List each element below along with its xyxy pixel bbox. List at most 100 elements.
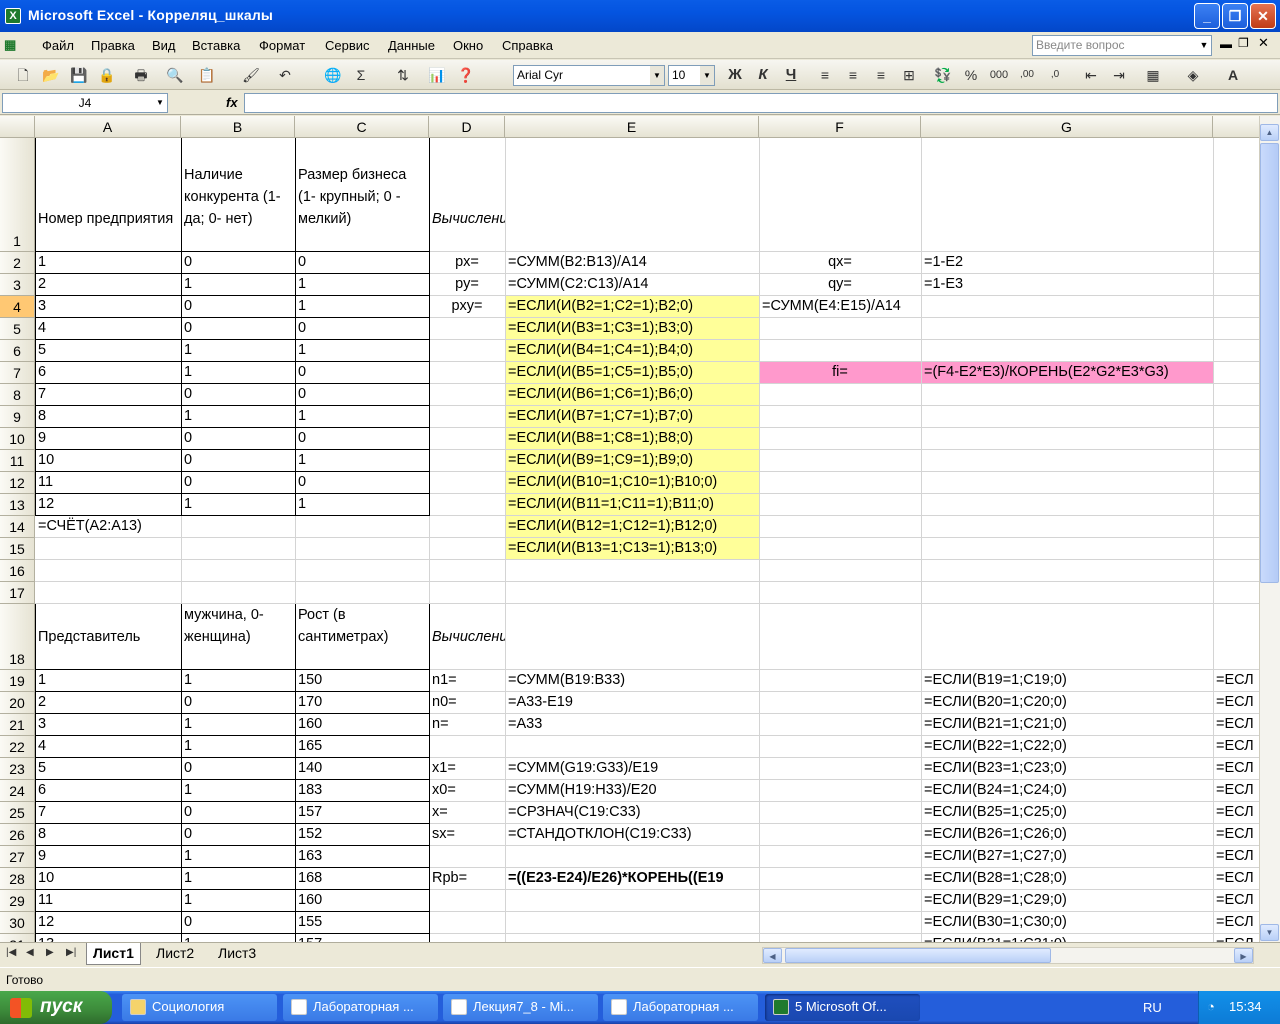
cell-e10[interactable]: =ЕСЛИ(И(B8=1;C8=1);B8;0): [505, 428, 1259, 450]
tab-sheet1[interactable]: Лист1: [86, 943, 141, 965]
cell-h19[interactable]: =ЕСЛ: [1213, 670, 1259, 692]
cell-h29[interactable]: =ЕСЛ: [1213, 890, 1259, 912]
cell-f2[interactable]: qx=: [759, 252, 921, 274]
cell-g23[interactable]: =ЕСЛИ(B23=1;C23;0): [921, 758, 1259, 780]
cell-g29[interactable]: =ЕСЛИ(B29=1;C29;0): [921, 890, 1259, 912]
comma-style-icon[interactable]: 000: [988, 64, 1010, 86]
menu-file[interactable]: Файл: [42, 38, 74, 53]
cell-g21[interactable]: =ЕСЛИ(B21=1;C21;0): [921, 714, 1259, 736]
task-lab-1[interactable]: Лабораторная ...: [283, 994, 438, 1021]
scroll-up-button[interactable]: ▲: [1260, 124, 1279, 141]
borders-icon[interactable]: ▦: [1142, 64, 1164, 86]
row-header-2[interactable]: 2: [0, 252, 35, 274]
scroll-left-button[interactable]: ◀: [763, 948, 782, 963]
cell-a18[interactable]: Представитель: [35, 604, 181, 670]
fill-color-icon[interactable]: ◈: [1182, 64, 1204, 86]
cell-g26[interactable]: =ЕСЛИ(B26=1;C26;0): [921, 824, 1259, 846]
restore-button[interactable]: ❐: [1222, 3, 1248, 29]
hyperlink-icon[interactable]: 🌐: [322, 64, 344, 86]
row-header-28[interactable]: 28: [0, 868, 35, 890]
row-header-25[interactable]: 25: [0, 802, 35, 824]
row-header-3[interactable]: 3: [0, 274, 35, 296]
print-icon[interactable]: 🖶: [130, 64, 152, 86]
bold-button[interactable]: Ж: [724, 64, 746, 86]
name-box[interactable]: J4 ▼: [2, 93, 168, 113]
cell-g3[interactable]: =1-E3: [921, 274, 1259, 296]
cell-e6[interactable]: =ЕСЛИ(И(B4=1;C4=1);B4;0): [505, 340, 1259, 362]
align-center-icon[interactable]: ≡: [842, 64, 864, 86]
row-header-9[interactable]: 9: [0, 406, 35, 428]
increase-indent-icon[interactable]: ⇥: [1108, 64, 1130, 86]
cell-e14[interactable]: =ЕСЛИ(И(B12=1;C12=1);B12;0): [505, 516, 1259, 538]
cell-h20[interactable]: =ЕСЛ: [1213, 692, 1259, 714]
row-header-23[interactable]: 23: [0, 758, 35, 780]
column-header-d[interactable]: D: [429, 116, 505, 138]
column-header-b[interactable]: B: [181, 116, 295, 138]
formula-input[interactable]: [244, 93, 1278, 113]
decrease-indent-icon[interactable]: ⇤: [1080, 64, 1102, 86]
cell-f7[interactable]: fi=: [759, 362, 921, 384]
tray-icon[interactable]: ◔: [1207, 999, 1215, 1014]
cell-g2[interactable]: =1-E2: [921, 252, 1259, 274]
row-header-21[interactable]: 21: [0, 714, 35, 736]
cell-g7[interactable]: =(F4-E2*E3)/КОРЕНЬ(E2*G2*E3*G3): [921, 362, 1259, 384]
cell-d1[interactable]: Вычисления: [429, 138, 505, 252]
row-header-22[interactable]: 22: [0, 736, 35, 758]
row-header-20[interactable]: 20: [0, 692, 35, 714]
column-header-c[interactable]: C: [295, 116, 429, 138]
font-name-select[interactable]: Arial Cyr ▼: [513, 65, 665, 86]
chart-icon[interactable]: 📊: [426, 64, 448, 86]
cell-b1[interactable]: Наличие конкурента (1- да; 0- нет): [181, 138, 295, 252]
row-header-18[interactable]: 18: [0, 604, 35, 670]
doc-restore-button[interactable]: ❐: [1238, 36, 1249, 50]
align-left-icon[interactable]: ≡: [814, 64, 836, 86]
scroll-thumb[interactable]: [1260, 143, 1279, 583]
insert-function-icon[interactable]: fx: [226, 95, 238, 110]
cell-g27[interactable]: =ЕСЛИ(B27=1;C27;0): [921, 846, 1259, 868]
vertical-scrollbar[interactable]: ▲ ▼: [1259, 116, 1280, 942]
row-header-24[interactable]: 24: [0, 780, 35, 802]
cell-e5[interactable]: =ЕСЛИ(И(B3=1;C3=1);B3;0): [505, 318, 1259, 340]
column-header-e[interactable]: E: [505, 116, 759, 138]
cell-e15[interactable]: =ЕСЛИ(И(B13=1;C13=1);B13;0): [505, 538, 1259, 560]
cell-h30[interactable]: =ЕСЛ: [1213, 912, 1259, 934]
task-lecture[interactable]: Лекция7_8 - Mi...: [443, 994, 598, 1021]
close-button[interactable]: ✕: [1250, 3, 1276, 29]
cell-d3[interactable]: py=: [429, 274, 505, 296]
percent-icon[interactable]: %: [960, 64, 982, 86]
doc-minimize-button[interactable]: ▬: [1220, 37, 1232, 51]
currency-icon[interactable]: 💱: [932, 64, 954, 86]
first-sheet-icon[interactable]: |◀: [6, 947, 16, 958]
paste-icon[interactable]: 📋: [196, 64, 218, 86]
task-lab-2[interactable]: Лабораторная ...: [603, 994, 758, 1021]
row-header-30[interactable]: 30: [0, 912, 35, 934]
chevron-down-icon[interactable]: ▼: [700, 66, 714, 85]
cell-h31[interactable]: =ЕСЛ: [1213, 934, 1259, 942]
cell-f3[interactable]: qy=: [759, 274, 921, 296]
column-header-a[interactable]: A: [35, 116, 181, 138]
save-icon[interactable]: 💾: [68, 64, 90, 86]
cell-h25[interactable]: =ЕСЛ: [1213, 802, 1259, 824]
horizontal-scrollbar[interactable]: ◀ ▶: [762, 947, 1254, 964]
menu-tools[interactable]: Сервис: [325, 38, 370, 53]
scroll-down-button[interactable]: ▼: [1260, 924, 1279, 941]
merge-center-icon[interactable]: ⊞: [898, 64, 920, 86]
cell-e12[interactable]: =ЕСЛИ(И(B10=1;C10=1);B10;0): [505, 472, 1259, 494]
menu-edit[interactable]: Правка: [91, 38, 135, 53]
underline-button[interactable]: Ч: [780, 64, 802, 86]
cell-e9[interactable]: =ЕСЛИ(И(B7=1;C7=1);B7;0): [505, 406, 1259, 428]
doc-icon[interactable]: ▦: [4, 37, 16, 53]
row-header-16[interactable]: 16: [0, 560, 35, 582]
prev-sheet-icon[interactable]: ◀: [26, 947, 34, 958]
decrease-decimal-icon[interactable]: ,0: [1044, 64, 1066, 86]
start-button[interactable]: пуск: [0, 991, 112, 1024]
column-header-g[interactable]: G: [921, 116, 1213, 138]
row-header-6[interactable]: 6: [0, 340, 35, 362]
row-header-26[interactable]: 26: [0, 824, 35, 846]
menu-window[interactable]: Окно: [453, 38, 483, 53]
sort-icon[interactable]: ⇅: [392, 64, 414, 86]
open-icon[interactable]: 📂: [40, 64, 62, 86]
cell-g24[interactable]: =ЕСЛИ(B24=1;C24;0): [921, 780, 1259, 802]
cell-g30[interactable]: =ЕСЛИ(B30=1;C30;0): [921, 912, 1259, 934]
align-right-icon[interactable]: ≡: [870, 64, 892, 86]
